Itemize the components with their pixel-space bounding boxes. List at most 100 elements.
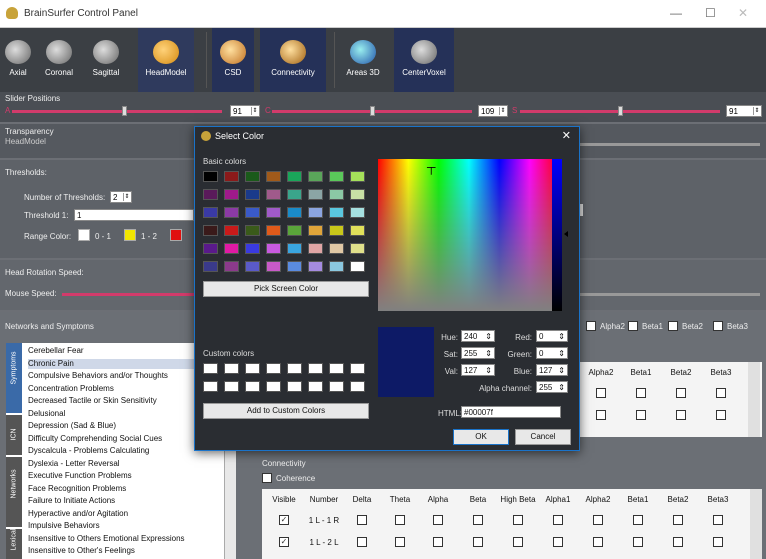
close-button[interactable]: ✕ bbox=[738, 6, 748, 20]
value-bar[interactable] bbox=[552, 159, 562, 311]
s-spinbox[interactable]: 91 ⇕ bbox=[726, 105, 762, 117]
symptom-list-item[interactable]: Decreased Tactile or Skin Sensitivity bbox=[28, 396, 157, 406]
tab-networks[interactable]: Networks bbox=[6, 457, 22, 527]
visible-checkbox[interactable]: ✓ bbox=[279, 515, 289, 525]
cancel-button[interactable]: Cancel bbox=[515, 429, 571, 445]
grid-checkbox[interactable] bbox=[676, 388, 686, 398]
band-checkbox[interactable] bbox=[713, 537, 723, 547]
basic-color-swatch[interactable] bbox=[350, 243, 365, 254]
symptom-list-item[interactable]: Face Recognition Problems bbox=[28, 484, 126, 494]
threshold-slider-thumb[interactable] bbox=[580, 204, 583, 216]
band-checkbox[interactable] bbox=[593, 515, 603, 525]
pick-screen-color-button[interactable]: Pick Screen Color bbox=[203, 281, 369, 297]
basic-color-swatch[interactable] bbox=[329, 207, 344, 218]
basic-color-swatch[interactable] bbox=[224, 243, 239, 254]
band-checkbox[interactable] bbox=[357, 515, 367, 525]
custom-color-swatch[interactable] bbox=[329, 363, 344, 374]
maximize-button[interactable]: ☐ bbox=[705, 6, 716, 20]
custom-color-swatch[interactable] bbox=[224, 363, 239, 374]
band-checkbox[interactable] bbox=[433, 537, 443, 547]
grid-checkbox[interactable] bbox=[716, 410, 726, 420]
band-checkbox[interactable] bbox=[395, 537, 405, 547]
basic-color-swatch[interactable] bbox=[329, 189, 344, 200]
a-spinbox[interactable]: 91 ⇕ bbox=[230, 105, 260, 117]
range-color-white-swatch[interactable] bbox=[78, 229, 90, 241]
hue-spinbox[interactable]: 240 ⇕ bbox=[461, 330, 495, 342]
custom-color-swatch[interactable] bbox=[329, 381, 344, 392]
grid-checkbox[interactable] bbox=[636, 410, 646, 420]
grid-checkbox[interactable] bbox=[716, 388, 726, 398]
symptom-list-item[interactable]: Executive Function Problems bbox=[28, 471, 132, 481]
custom-color-swatch[interactable] bbox=[287, 381, 302, 392]
band-checkbox[interactable] bbox=[593, 537, 603, 547]
c-spinbox[interactable]: 109 ⇕ bbox=[478, 105, 508, 117]
basic-color-swatch[interactable] bbox=[266, 261, 281, 272]
band-checkbox[interactable] bbox=[513, 515, 523, 525]
band-checkbox[interactable] bbox=[633, 515, 643, 525]
basic-color-swatch[interactable] bbox=[224, 261, 239, 272]
symptom-list-item[interactable]: Concentration Problems bbox=[28, 384, 114, 394]
band-checkbox[interactable] bbox=[513, 537, 523, 547]
symptom-list-item[interactable]: Hyperactive and/or Agitation bbox=[28, 509, 128, 519]
band-checkbox[interactable] bbox=[395, 515, 405, 525]
basic-color-swatch[interactable] bbox=[287, 207, 302, 218]
basic-color-swatch[interactable] bbox=[350, 261, 365, 272]
custom-color-swatch[interactable] bbox=[287, 363, 302, 374]
symptom-list-item[interactable]: Depression (Sad & Blue) bbox=[28, 421, 116, 431]
basic-color-swatch[interactable] bbox=[350, 189, 365, 200]
basic-color-swatch[interactable] bbox=[245, 225, 260, 236]
basic-color-swatch[interactable] bbox=[287, 225, 302, 236]
ok-button[interactable]: OK bbox=[453, 429, 509, 445]
basic-color-swatch[interactable] bbox=[329, 261, 344, 272]
s-slider-thumb[interactable] bbox=[618, 106, 623, 116]
symptom-list-item[interactable]: Impulsive Behaviors bbox=[28, 521, 100, 531]
basic-color-swatch[interactable] bbox=[203, 225, 218, 236]
visible-checkbox[interactable]: ✓ bbox=[279, 537, 289, 547]
band-checkbox[interactable] bbox=[713, 515, 723, 525]
basic-color-swatch[interactable] bbox=[266, 171, 281, 182]
band-checkbox[interactable] bbox=[473, 515, 483, 525]
range-color-yellow-swatch[interactable] bbox=[124, 229, 136, 241]
beta1-checkbox[interactable] bbox=[628, 321, 638, 331]
basic-color-swatch[interactable] bbox=[203, 207, 218, 218]
band-checkbox[interactable] bbox=[433, 515, 443, 525]
custom-color-swatch[interactable] bbox=[245, 363, 260, 374]
symptom-list-item[interactable]: Cerebellar Fear bbox=[28, 346, 84, 356]
val-spinbox[interactable]: 127 ⇕ bbox=[461, 364, 495, 376]
coherence-checkbox[interactable] bbox=[262, 473, 272, 483]
basic-color-swatch[interactable] bbox=[266, 225, 281, 236]
custom-color-swatch[interactable] bbox=[350, 363, 365, 374]
basic-color-swatch[interactable] bbox=[203, 189, 218, 200]
custom-color-swatch[interactable] bbox=[350, 381, 365, 392]
basic-color-swatch[interactable] bbox=[350, 171, 365, 182]
basic-color-swatch[interactable] bbox=[287, 243, 302, 254]
csd-button[interactable]: CSD bbox=[212, 28, 254, 92]
basic-color-swatch[interactable] bbox=[350, 225, 365, 236]
grid-checkbox[interactable] bbox=[636, 388, 646, 398]
basic-color-swatch[interactable] bbox=[308, 171, 323, 182]
axial-button[interactable]: Axial bbox=[2, 28, 34, 92]
symptom-list-item[interactable]: Difficulty Comprehending Social Cues bbox=[28, 434, 162, 444]
basic-color-swatch[interactable] bbox=[287, 171, 302, 182]
basic-color-swatch[interactable] bbox=[266, 189, 281, 200]
red-spinbox[interactable]: 0 ⇕ bbox=[536, 330, 568, 342]
band-checkbox[interactable] bbox=[473, 537, 483, 547]
basic-color-swatch[interactable] bbox=[308, 261, 323, 272]
num-thresholds-spinbox[interactable]: 2 ⇕ bbox=[110, 191, 132, 203]
custom-color-swatch[interactable] bbox=[308, 363, 323, 374]
sagittal-button[interactable]: Sagittal bbox=[84, 28, 128, 92]
basic-color-swatch[interactable] bbox=[308, 189, 323, 200]
beta3-checkbox[interactable] bbox=[713, 321, 723, 331]
basic-color-swatch[interactable] bbox=[329, 171, 344, 182]
basic-color-swatch[interactable] bbox=[203, 261, 218, 272]
tab-symptoms[interactable]: Symptoms bbox=[6, 343, 22, 413]
basic-color-swatch[interactable] bbox=[224, 207, 239, 218]
symptom-list-item[interactable]: Insensitive to Other's Feelings bbox=[28, 546, 135, 556]
symptom-list-item[interactable]: Dyscalcula - Problems Calculating bbox=[28, 446, 149, 456]
sat-spinbox[interactable]: 255 ⇕ bbox=[461, 347, 495, 359]
basic-color-swatch[interactable] bbox=[350, 207, 365, 218]
centervoxel-button[interactable]: CenterVoxel bbox=[394, 28, 454, 92]
band-checkbox[interactable] bbox=[673, 537, 683, 547]
basic-color-swatch[interactable] bbox=[266, 243, 281, 254]
basic-color-swatch[interactable] bbox=[224, 189, 239, 200]
